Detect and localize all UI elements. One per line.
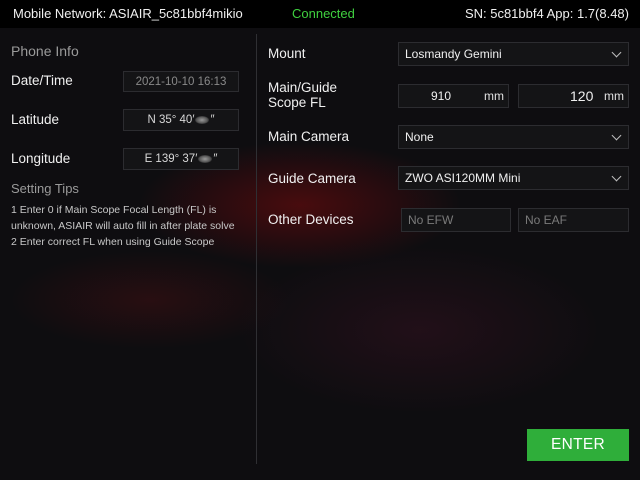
- mount-select[interactable]: Losmandy Gemini: [398, 42, 629, 66]
- scope-fl-label-line2: Scope FL: [268, 95, 326, 110]
- other-devices-label: Other Devices: [268, 212, 354, 227]
- main-camera-label: Main Camera: [268, 129, 350, 144]
- redacted-blur-icon: [198, 155, 213, 163]
- panel-divider: [256, 34, 257, 464]
- latitude-label: Latitude: [11, 112, 60, 127]
- datetime-label: Date/Time: [11, 73, 73, 88]
- efw-field[interactable]: No EFW: [401, 208, 511, 232]
- connection-status: Connected: [292, 6, 355, 21]
- tip-line: 1 Enter 0 if Main Scope Focal Length (FL…: [11, 204, 217, 216]
- eaf-placeholder: No EAF: [525, 213, 568, 227]
- main-camera-selected-value: None: [405, 130, 434, 144]
- guide-scope-fl-value: 120: [570, 88, 594, 104]
- efw-placeholder: No EFW: [408, 213, 454, 227]
- eaf-field[interactable]: No EAF: [518, 208, 629, 232]
- tip-line: 2 Enter correct FL when using Guide Scop…: [11, 236, 215, 248]
- latitude-value-prefix: N 35° 40′: [147, 114, 195, 126]
- guide-camera-select[interactable]: ZWO ASI120MM Mini: [398, 166, 629, 190]
- chevron-down-icon: [611, 171, 622, 182]
- main-scope-fl-unit: mm: [484, 89, 504, 103]
- phone-info-title: Phone Info: [11, 43, 79, 59]
- network-name: Mobile Network: ASIAIR_5c81bbf4mikio: [13, 6, 243, 21]
- guide-camera-label: Guide Camera: [268, 171, 356, 186]
- latitude-field: N 35° 40′ ″: [123, 109, 239, 131]
- main-scope-fl-input[interactable]: 910 mm: [398, 84, 509, 108]
- redacted-blur-icon: [195, 116, 210, 124]
- tip-line: unknown, ASIAIR will auto fill in after …: [11, 220, 235, 232]
- top-status-bar: Mobile Network: ASIAIR_5c81bbf4mikio Con…: [0, 0, 640, 28]
- scope-fl-label-line1: Main/Guide: [268, 80, 338, 95]
- serial-and-app-version: SN: 5c81bbf4 App: 1.7(8.48): [464, 6, 629, 21]
- longitude-field: E 139° 37′ ″: [123, 148, 239, 170]
- mount-label: Mount: [268, 46, 306, 61]
- main-scope-fl-value: 910: [431, 89, 452, 103]
- longitude-value-suffix: ″: [213, 153, 218, 165]
- chevron-down-icon: [611, 130, 622, 141]
- longitude-label: Longitude: [11, 151, 71, 166]
- latitude-value-suffix: ″: [210, 114, 215, 126]
- enter-button[interactable]: ENTER: [527, 429, 629, 461]
- scope-fl-label: Main/Guide Scope FL: [268, 80, 337, 110]
- guide-scope-fl-unit: mm: [604, 89, 624, 103]
- datetime-field: 2021-10-10 16:13: [123, 71, 239, 92]
- chevron-down-icon: [611, 47, 622, 58]
- mount-selected-value: Losmandy Gemini: [405, 47, 502, 61]
- main-camera-select[interactable]: None: [398, 125, 629, 149]
- guide-scope-fl-input[interactable]: 120 mm: [518, 84, 629, 108]
- guide-camera-selected-value: ZWO ASI120MM Mini: [405, 171, 521, 185]
- datetime-value: 2021-10-10 16:13: [135, 75, 227, 88]
- setting-tips-title: Setting Tips: [11, 181, 79, 196]
- longitude-value-prefix: E 139° 37′: [144, 153, 198, 165]
- setting-tips-text: 1 Enter 0 if Main Scope Focal Length (FL…: [11, 202, 251, 250]
